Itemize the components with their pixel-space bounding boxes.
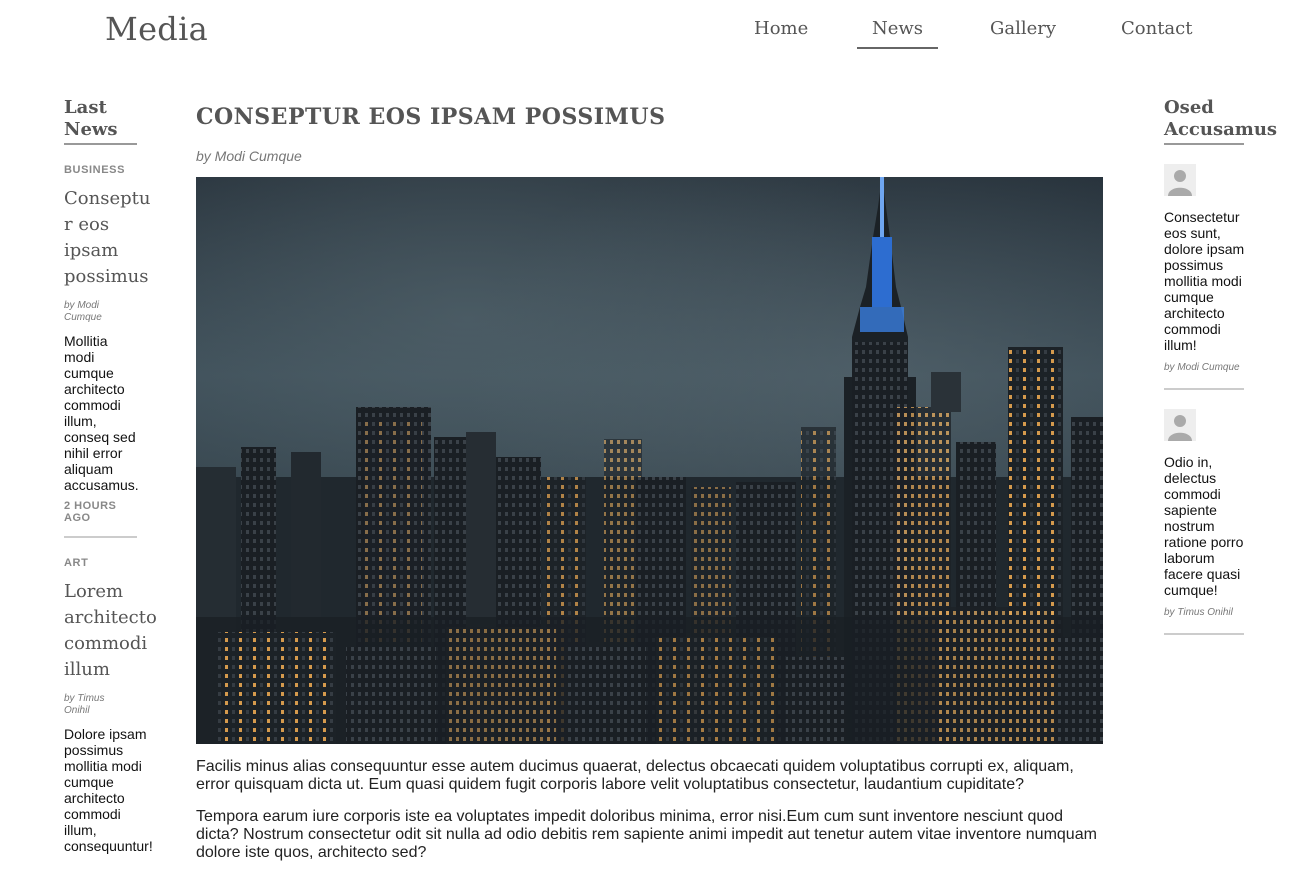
news-divider <box>64 536 137 538</box>
avatar <box>1164 409 1196 441</box>
comment-text: Consectetur eos sunt, dolore ipsam possi… <box>1164 209 1245 353</box>
city-skyline-image <box>196 177 1103 744</box>
user-icon <box>1168 415 1192 441</box>
comment-item: Consectetur eos sunt, dolore ipsam possi… <box>1164 164 1274 390</box>
user-icon <box>1168 170 1192 196</box>
comments-sidebar: Osed Accusamus Consectetur eos sunt, dol… <box>1164 97 1278 635</box>
news-timestamp: 2 HOURS AGO <box>64 500 117 524</box>
nav-contact[interactable]: Contact <box>1121 18 1192 48</box>
article: CONSEPTUR EOS IPSAM POSSIMUS by Modi Cum… <box>196 103 1103 862</box>
news-category[interactable]: BUSINESS <box>64 164 159 176</box>
avatar <box>1164 164 1196 196</box>
comment-byline: by Modi Cumque <box>1164 362 1240 373</box>
comment-text: Odio in, delectus commodi sapiente nostr… <box>1164 454 1244 598</box>
article-hero-image <box>196 177 1103 744</box>
news-headline[interactable]: Lorem architecto commodi illum <box>64 579 159 683</box>
news-excerpt: Dolore ipsam possimus mollitia modi cumq… <box>64 726 153 854</box>
article-title: CONSEPTUR EOS IPSAM POSSIMUS <box>196 104 666 130</box>
main-nav: Home News Gallery Contact <box>0 18 1313 50</box>
news-headline[interactable]: Conseptur eos ipsam possimus <box>64 186 159 290</box>
comments-title: Osed Accusamus <box>1164 97 1278 140</box>
title-divider <box>1164 143 1244 145</box>
last-news-title: Last News <box>64 97 118 140</box>
news-item: BUSINESS Conseptur eos ipsam possimus by… <box>64 164 159 538</box>
news-item: ART Lorem architecto commodi illum by Ti… <box>64 557 159 854</box>
news-category[interactable]: ART <box>64 557 159 569</box>
news-excerpt: Mollitia modi cumque architecto commodi … <box>64 333 139 493</box>
nav-gallery[interactable]: Gallery <box>990 18 1056 48</box>
nav-news[interactable]: News <box>857 18 938 49</box>
comment-item: Odio in, delectus commodi sapiente nostr… <box>1164 409 1274 635</box>
comment-divider <box>1164 388 1244 390</box>
nav-home[interactable]: Home <box>754 18 808 48</box>
title-divider <box>64 143 137 145</box>
last-news-sidebar: Last News BUSINESS Conseptur eos ipsam p… <box>64 97 159 854</box>
comment-divider <box>1164 633 1244 635</box>
news-byline: by Timus Onihil <box>64 693 105 716</box>
article-byline: by Modi Cumque <box>196 148 302 164</box>
news-byline: by Modi Cumque <box>64 300 102 323</box>
article-paragraph: Facilis minus alias consequuntur esse au… <box>196 758 1074 793</box>
article-paragraph: Tempora earum iure corporis iste ea volu… <box>196 808 1097 861</box>
comment-byline: by Timus Onihil <box>1164 607 1233 618</box>
